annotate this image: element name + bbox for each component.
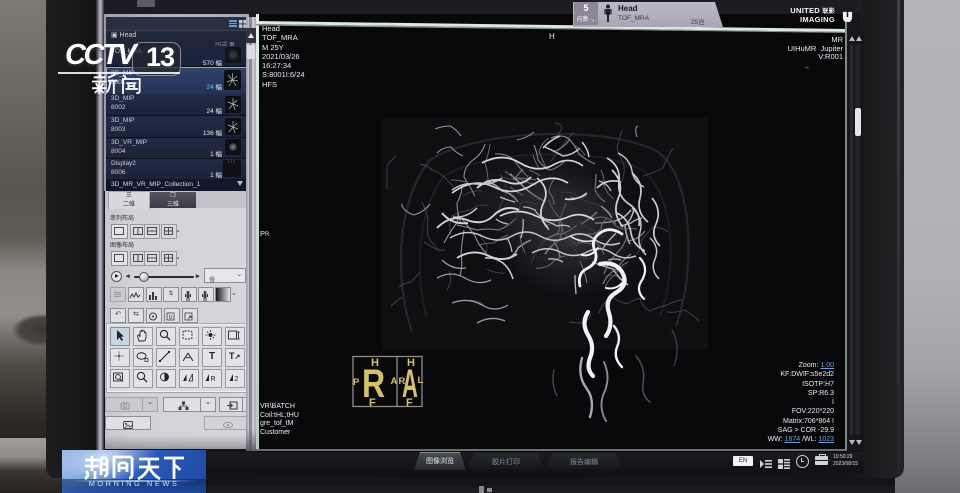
- svg-text:F: F: [369, 397, 376, 408]
- svg-text:P: P: [353, 377, 360, 388]
- svg-text:2: 2: [235, 376, 239, 383]
- svg-text:R: R: [211, 376, 216, 383]
